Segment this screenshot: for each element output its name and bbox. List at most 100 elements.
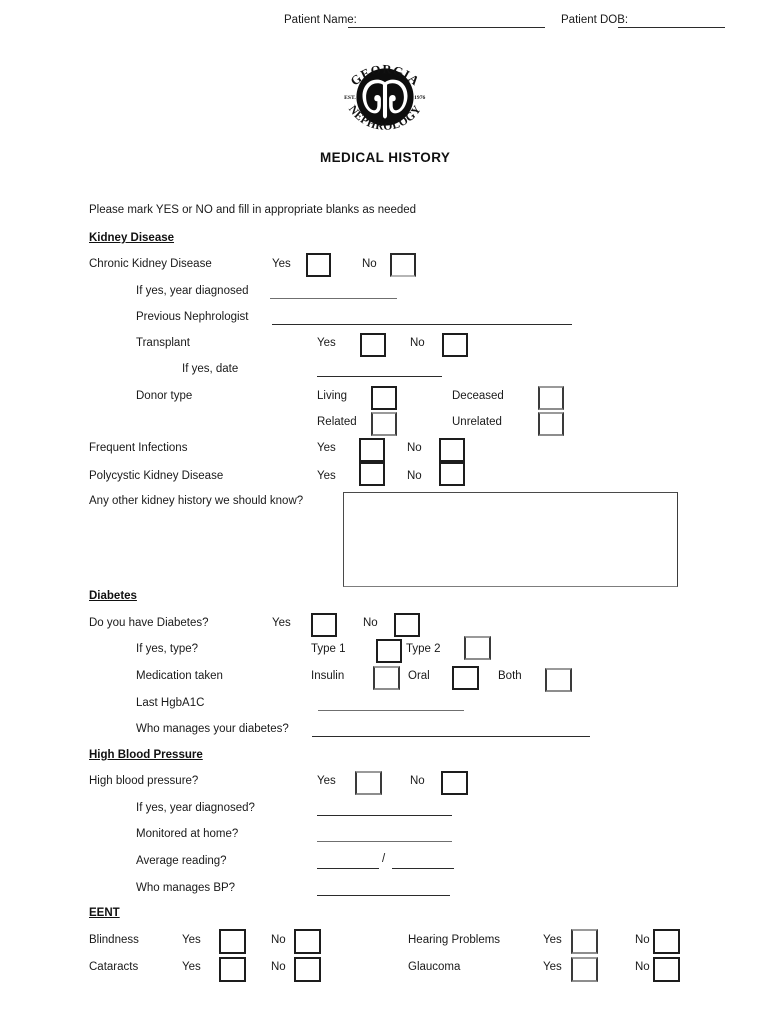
input-transplant-date[interactable]: [317, 376, 442, 377]
checkbox-insulin[interactable]: [373, 666, 400, 690]
label-hbp-yes: Yes: [317, 775, 336, 787]
label-glaucoma-no: No: [635, 961, 650, 973]
checkbox-polycystic-yes[interactable]: [359, 462, 385, 486]
checkbox-both[interactable]: [545, 668, 572, 692]
label-who-manages-diabetes: Who manages your diabetes?: [136, 723, 289, 735]
label-ckd-yes: Yes: [272, 258, 291, 270]
label-other-kidney-history: Any other kidney history we should know?: [89, 495, 304, 507]
checkbox-glaucoma-no[interactable]: [653, 957, 680, 982]
checkbox-transplant-no[interactable]: [442, 333, 468, 357]
checkbox-donor-deceased[interactable]: [538, 386, 564, 410]
label-polycystic-yes: Yes: [317, 470, 336, 482]
textarea-other-kidney-history-value: [344, 493, 677, 503]
label-donor-deceased: Deceased: [452, 390, 504, 402]
label-transplant-date: If yes, date: [182, 363, 239, 375]
checkbox-hearing-problems-yes[interactable]: [571, 929, 598, 954]
checkbox-diabetes-no[interactable]: [394, 613, 420, 637]
label-hearing-problems-no: No: [635, 934, 650, 946]
checkbox-hearing-problems-no[interactable]: [653, 929, 680, 954]
label-medication-taken: Medication taken: [136, 670, 223, 682]
georgia-nephrology-logo: GEORGIA NEPHROLOGY EST. 1976: [333, 48, 437, 144]
section-heading-high-blood-pressure: High Blood Pressure: [89, 749, 203, 761]
input-last-hgba1c[interactable]: [318, 710, 464, 711]
input-average-systolic[interactable]: [317, 868, 379, 869]
checkbox-diabetes-yes[interactable]: [311, 613, 337, 637]
section-heading-kidney-disease: Kidney Disease: [89, 232, 175, 244]
checkbox-donor-related[interactable]: [371, 412, 397, 436]
label-hearing-problems: Hearing Problems: [408, 934, 501, 946]
checkbox-glaucoma-yes[interactable]: [571, 957, 598, 982]
checkbox-ckd-no[interactable]: [390, 253, 416, 277]
checkbox-blindness-no[interactable]: [294, 929, 321, 954]
textarea-other-kidney-history[interactable]: [343, 492, 678, 587]
label-donor-related: Related: [317, 416, 357, 428]
label-glaucoma-yes: Yes: [543, 961, 562, 973]
label-blindness-no: No: [271, 934, 286, 946]
input-monitored-at-home[interactable]: [317, 841, 452, 842]
label-ckd-year-diagnosed: If yes, year diagnosed: [136, 285, 249, 297]
label-donor-unrelated: Unrelated: [452, 416, 502, 428]
label-cataracts-no: No: [271, 961, 286, 973]
patient-dob-input[interactable]: [618, 27, 725, 28]
checkbox-hbp-no[interactable]: [441, 771, 468, 795]
section-heading-eent: EENT: [89, 907, 120, 919]
label-last-hgba1c: Last HgbA1C: [136, 697, 205, 709]
label-average-reading: Average reading?: [136, 855, 227, 867]
label-hbp-year-diagnosed: If yes, year diagnosed?: [136, 802, 255, 814]
label-have-diabetes: Do you have Diabetes?: [89, 617, 209, 629]
label-monitored-at-home: Monitored at home?: [136, 828, 239, 840]
label-chronic-kidney-disease: Chronic Kidney Disease: [89, 258, 212, 270]
checkbox-type-1[interactable]: [376, 639, 402, 663]
input-ckd-year-diagnosed[interactable]: [270, 298, 397, 299]
label-glaucoma: Glaucoma: [408, 961, 461, 973]
input-average-diastolic[interactable]: [392, 868, 454, 869]
label-high-blood-pressure: High blood pressure?: [89, 775, 199, 787]
checkbox-donor-living[interactable]: [371, 386, 397, 410]
input-previous-nephrologist[interactable]: [272, 324, 572, 325]
patient-name-input[interactable]: [348, 27, 545, 28]
checkbox-ckd-yes[interactable]: [306, 253, 331, 277]
label-diabetes-type: If yes, type?: [136, 643, 199, 655]
instructions-text: Please mark YES or NO and fill in approp…: [89, 204, 417, 216]
label-ckd-no: No: [362, 258, 377, 270]
checkbox-blindness-yes[interactable]: [219, 929, 246, 954]
input-hbp-year-diagnosed[interactable]: [317, 815, 452, 816]
patient-dob-label: Patient DOB:: [561, 14, 629, 26]
medical-history-form-page: Patient Name: Patient DOB: GEORGIA NEPHR…: [0, 0, 770, 1024]
page-title: MEDICAL HISTORY: [320, 150, 451, 165]
checkbox-frequent-infections-yes[interactable]: [359, 438, 385, 462]
checkbox-polycystic-no[interactable]: [439, 462, 465, 486]
label-polycystic-kidney-disease: Polycystic Kidney Disease: [89, 470, 224, 482]
checkbox-cataracts-yes[interactable]: [219, 957, 246, 982]
label-previous-nephrologist: Previous Nephrologist: [136, 311, 249, 323]
label-donor-type: Donor type: [136, 390, 193, 402]
label-polycystic-no: No: [407, 470, 422, 482]
label-both: Both: [498, 670, 522, 682]
checkbox-cataracts-no[interactable]: [294, 957, 321, 982]
checkbox-hbp-yes[interactable]: [355, 771, 382, 795]
section-heading-diabetes: Diabetes: [89, 590, 137, 602]
label-type-1: Type 1: [311, 643, 346, 655]
input-who-manages-bp[interactable]: [317, 895, 450, 896]
label-cataracts: Cataracts: [89, 961, 139, 973]
label-hbp-no: No: [410, 775, 425, 787]
label-frequent-infections-yes: Yes: [317, 442, 336, 454]
checkbox-transplant-yes[interactable]: [360, 333, 386, 357]
label-who-manages-bp: Who manages BP?: [136, 882, 236, 894]
checkbox-type-2[interactable]: [464, 636, 491, 660]
patient-name-label: Patient Name:: [284, 14, 357, 26]
logo-est-label: EST.: [344, 95, 356, 101]
label-blindness-yes: Yes: [182, 934, 201, 946]
label-cataracts-yes: Yes: [182, 961, 201, 973]
logo-est-year: 1976: [414, 95, 425, 101]
checkbox-frequent-infections-no[interactable]: [439, 438, 465, 462]
checkbox-oral[interactable]: [452, 666, 479, 690]
label-oral: Oral: [408, 670, 430, 682]
label-frequent-infections: Frequent Infections: [89, 442, 188, 454]
input-who-manages-diabetes[interactable]: [312, 736, 590, 737]
label-transplant: Transplant: [136, 337, 190, 349]
label-donor-living: Living: [317, 390, 348, 402]
label-hearing-problems-yes: Yes: [543, 934, 562, 946]
label-blindness: Blindness: [89, 934, 139, 946]
checkbox-donor-unrelated[interactable]: [538, 412, 564, 436]
